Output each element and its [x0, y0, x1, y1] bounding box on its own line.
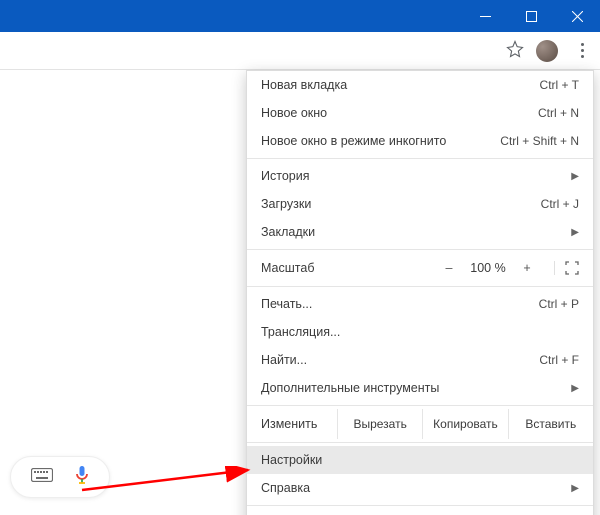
page-content: Новая вкладка Ctrl + T Новое окно Ctrl +…: [0, 70, 600, 515]
menu-label: Новое окно в режиме инкогнито: [261, 134, 446, 148]
menu-label: Печать...: [261, 297, 312, 311]
window-minimize-button[interactable]: [462, 0, 508, 32]
menu-label: Найти...: [261, 353, 307, 367]
bookmark-star-icon[interactable]: [506, 40, 524, 61]
edit-copy-button[interactable]: Копировать: [422, 409, 507, 439]
menu-item-edit-row: Изменить Вырезать Копировать Вставить: [247, 409, 593, 439]
menu-item-print[interactable]: Печать... Ctrl + P: [247, 290, 593, 318]
menu-item-find[interactable]: Найти... Ctrl + F: [247, 346, 593, 374]
menu-separator: [247, 405, 593, 406]
chevron-right-icon: ▶: [571, 227, 579, 238]
menu-separator: [247, 442, 593, 443]
menu-separator: [247, 158, 593, 159]
menu-label: История: [261, 169, 309, 183]
menu-shortcut: Ctrl + T: [540, 78, 579, 92]
menu-item-more-tools[interactable]: Дополнительные инструменты ▶: [247, 374, 593, 402]
edit-label: Изменить: [247, 409, 337, 439]
menu-item-settings[interactable]: Настройки: [247, 446, 593, 474]
keyboard-icon[interactable]: [31, 468, 53, 487]
menu-item-downloads[interactable]: Загрузки Ctrl + J: [247, 190, 593, 218]
microphone-icon[interactable]: [75, 466, 89, 489]
menu-shortcut: Ctrl + F: [539, 353, 579, 367]
menu-item-help[interactable]: Справка ▶: [247, 474, 593, 502]
menu-separator: [247, 505, 593, 506]
menu-label: Дополнительные инструменты: [261, 381, 439, 395]
menu-label: Новая вкладка: [261, 78, 347, 92]
menu-shortcut: Ctrl + Shift + N: [500, 134, 579, 148]
menu-separator: [247, 286, 593, 287]
window-titlebar: [0, 0, 600, 32]
menu-label: Новое окно: [261, 106, 327, 120]
zoom-label: Масштаб: [261, 261, 438, 275]
menu-item-incognito[interactable]: Новое окно в режиме инкогнито Ctrl + Shi…: [247, 127, 593, 155]
zoom-in-button[interactable]: +: [516, 261, 538, 275]
menu-item-history[interactable]: История ▶: [247, 162, 593, 190]
menu-label: Трансляция...: [261, 325, 340, 339]
browser-menu: Новая вкладка Ctrl + T Новое окно Ctrl +…: [246, 70, 594, 515]
menu-item-cast[interactable]: Трансляция...: [247, 318, 593, 346]
edit-cut-button[interactable]: Вырезать: [337, 409, 422, 439]
menu-item-new-tab[interactable]: Новая вкладка Ctrl + T: [247, 71, 593, 99]
menu-item-zoom: Масштаб – 100 % +: [247, 253, 593, 283]
profile-avatar-icon[interactable]: [536, 40, 558, 62]
menu-shortcut: Ctrl + J: [541, 197, 579, 211]
menu-label: Закладки: [261, 225, 315, 239]
window-close-button[interactable]: [554, 0, 600, 32]
menu-label: Загрузки: [261, 197, 311, 211]
menu-label: Справка: [261, 481, 310, 495]
window-maximize-button[interactable]: [508, 0, 554, 32]
zoom-value: 100 %: [466, 261, 510, 275]
chevron-right-icon: ▶: [571, 383, 579, 394]
more-menu-button[interactable]: [570, 43, 594, 58]
menu-item-bookmarks[interactable]: Закладки ▶: [247, 218, 593, 246]
zoom-out-button[interactable]: –: [438, 261, 460, 275]
edit-paste-button[interactable]: Вставить: [508, 409, 593, 439]
menu-item-new-window[interactable]: Новое окно Ctrl + N: [247, 99, 593, 127]
browser-toolbar: [0, 32, 600, 70]
chevron-right-icon: ▶: [571, 483, 579, 494]
search-box-fragment[interactable]: [10, 456, 110, 498]
menu-shortcut: Ctrl + N: [538, 106, 579, 120]
menu-shortcut: Ctrl + P: [539, 297, 579, 311]
menu-label: Настройки: [261, 453, 322, 467]
chevron-right-icon: ▶: [571, 171, 579, 182]
menu-separator: [247, 249, 593, 250]
menu-item-exit[interactable]: Выход: [247, 509, 593, 515]
fullscreen-icon[interactable]: [554, 261, 579, 275]
